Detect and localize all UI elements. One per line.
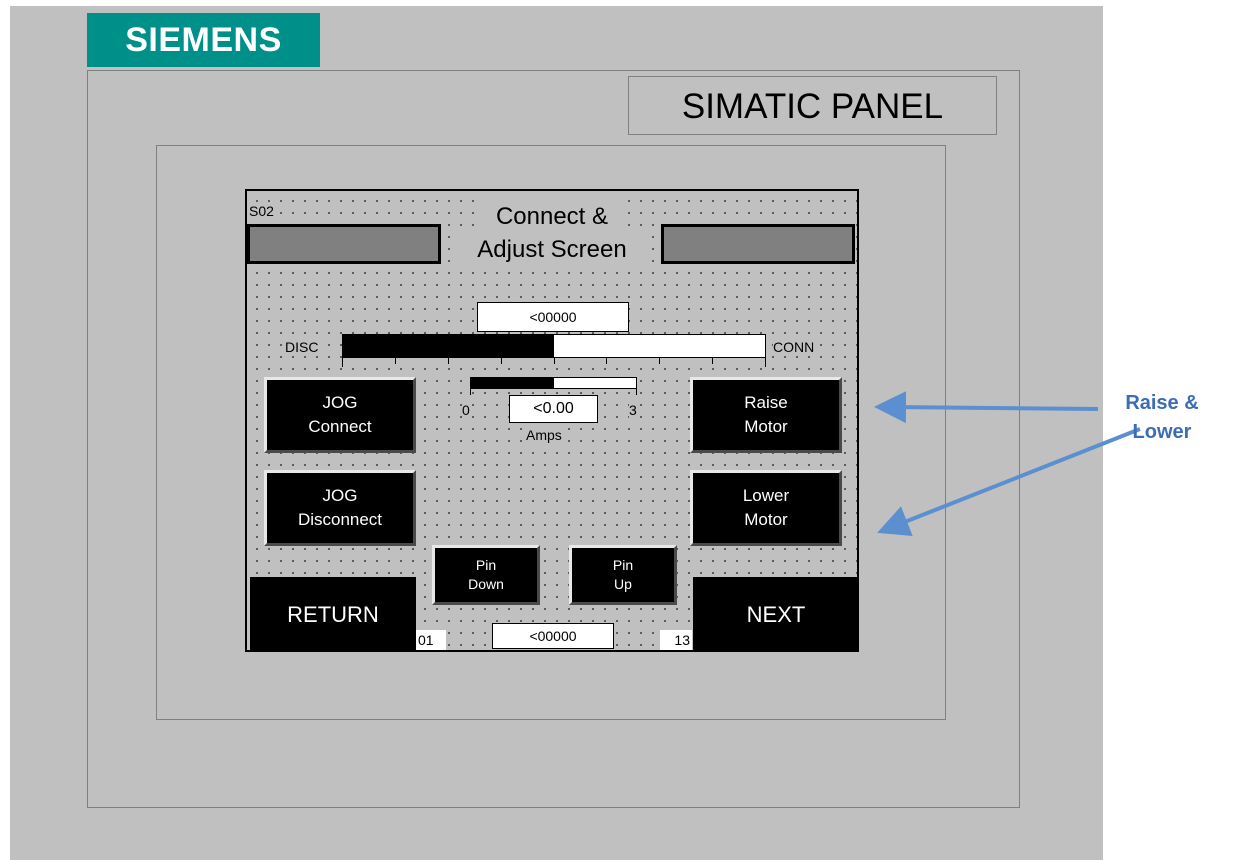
raise-lower-annotation: Raise & Lower: [1108, 389, 1216, 447]
annotation-line2: Lower: [1132, 421, 1192, 443]
annotation-arrows: [874, 391, 1141, 537]
annotation-line1: Raise &: [1125, 392, 1199, 414]
arrow-to-lower-motor: [877, 427, 1141, 537]
arrow-to-raise-motor: [874, 391, 1099, 424]
